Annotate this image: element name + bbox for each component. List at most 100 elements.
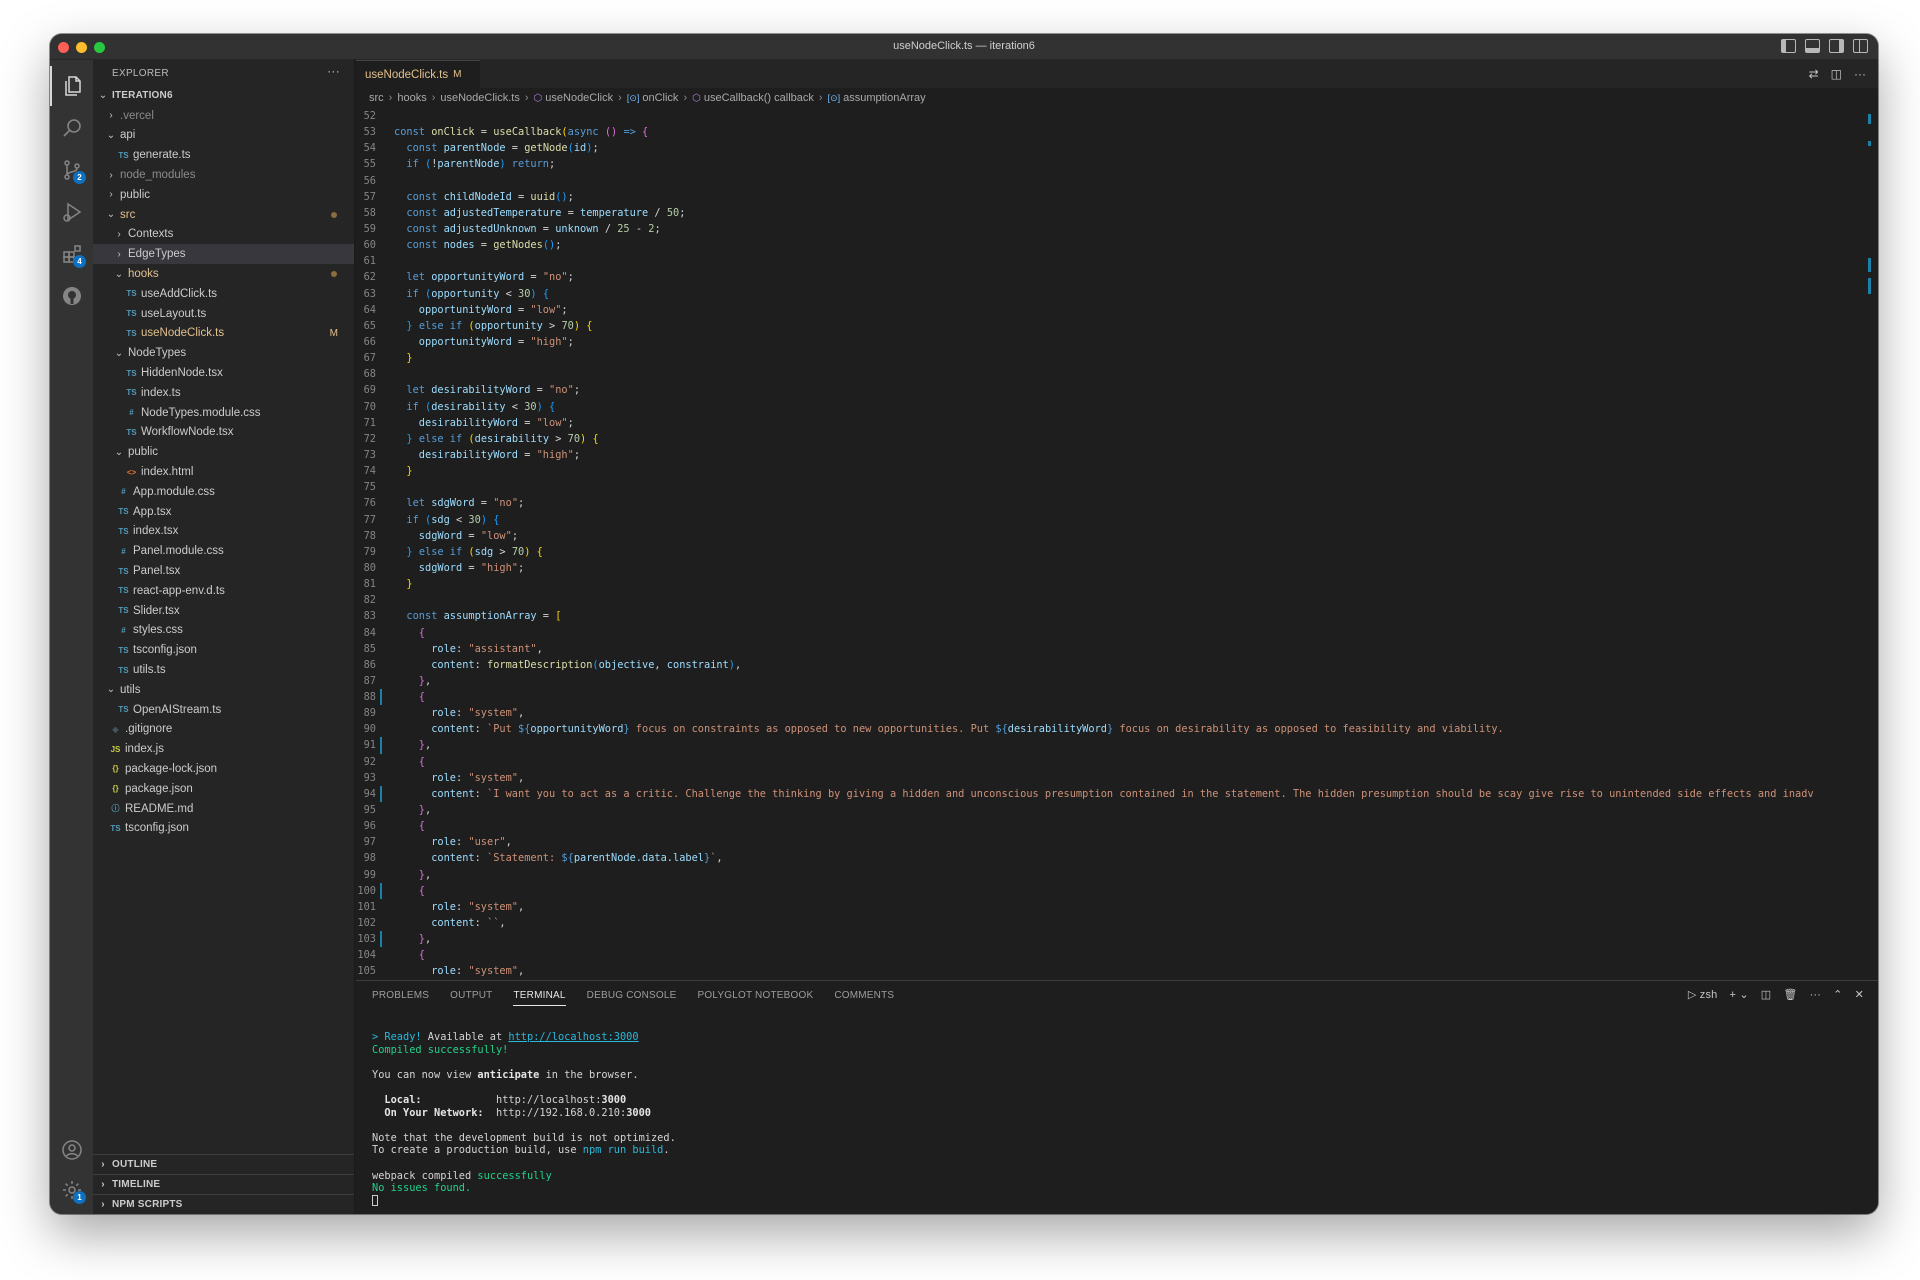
- outline-section[interactable]: › OUTLINE: [93, 1154, 354, 1174]
- code-token: content: [394, 852, 475, 865]
- code-token: ): [524, 545, 537, 558]
- tree-file[interactable]: TS useNodeClick.ts M: [93, 324, 354, 344]
- tree-file[interactable]: JS index.js: [93, 739, 354, 759]
- panel-tab-debug-console[interactable]: DEBUG CONSOLE: [587, 981, 677, 1009]
- tree-folder[interactable]: ⌄ utils: [93, 680, 354, 700]
- tree-file[interactable]: TS OpenAIStream.ts: [93, 700, 354, 720]
- tree-file[interactable]: TS tsconfig.json: [93, 818, 354, 838]
- tree-file[interactable]: TS WorkflowNode.tsx: [93, 423, 354, 443]
- terminal-shell-selector[interactable]: ▷ zsh: [1688, 988, 1718, 1001]
- tree-file[interactable]: TS useAddClick.ts: [93, 284, 354, 304]
- tree-file[interactable]: TS tsconfig.json: [93, 640, 354, 660]
- kill-terminal-icon[interactable]: 🗑: [1783, 988, 1797, 1001]
- tree-folder[interactable]: › public: [93, 185, 354, 205]
- line-number: 83: [363, 610, 376, 623]
- terminal-output[interactable]: > Ready! Available at http://localhost:3…: [372, 1031, 1858, 1207]
- tree-folder[interactable]: ⌄ src: [93, 205, 354, 225]
- ts-file-icon: TS: [126, 368, 137, 378]
- tree-folder[interactable]: ⌄ ITERATION6: [93, 86, 354, 106]
- ts-file-icon: TS: [118, 586, 129, 596]
- extensions-icon[interactable]: 4: [50, 234, 93, 274]
- toggle-primary-sidebar-icon[interactable]: [1781, 39, 1796, 53]
- terminal-text[interactable]: http://localhost:3000: [508, 1031, 638, 1043]
- explorer-more-icon[interactable]: ···: [327, 64, 340, 78]
- tree-file[interactable]: TS Slider.tsx: [93, 601, 354, 621]
- tree-file[interactable]: TS Panel.tsx: [93, 561, 354, 581]
- tree-file[interactable]: # Panel.module.css: [93, 541, 354, 561]
- tree-item-label: utils: [120, 683, 141, 696]
- tree-file[interactable]: TS HiddenNode.tsx: [93, 363, 354, 383]
- code-token: }: [394, 352, 413, 365]
- tree-folder[interactable]: ⌄ NodeTypes: [93, 343, 354, 363]
- breadcrumb-item[interactable]: src: [369, 92, 384, 104]
- tree-file[interactable]: TS App.tsx: [93, 502, 354, 522]
- explorer-icon[interactable]: [50, 66, 93, 106]
- tree-file[interactable]: # NodeTypes.module.css: [93, 403, 354, 423]
- breadcrumb-item[interactable]: useNodeClick.ts: [440, 92, 519, 104]
- more-actions-icon[interactable]: ···: [1854, 67, 1866, 81]
- toggle-panel-icon[interactable]: [1805, 39, 1820, 53]
- customize-layout-icon[interactable]: [1853, 39, 1868, 53]
- line-number: 90: [363, 723, 376, 736]
- panel-tab-comments[interactable]: COMMENTS: [834, 981, 894, 1009]
- maximize-panel-icon[interactable]: ⌃: [1833, 988, 1842, 1001]
- search-icon[interactable]: [50, 108, 93, 148]
- npm-scripts-section[interactable]: › NPM SCRIPTS: [93, 1194, 354, 1214]
- tree-file[interactable]: <> index.html: [93, 462, 354, 482]
- panel-tab-terminal[interactable]: TERMINAL: [513, 981, 566, 1009]
- close-panel-icon[interactable]: ✕: [1855, 988, 1864, 1001]
- timeline-section[interactable]: › TIMELINE: [93, 1174, 354, 1194]
- tree-file[interactable]: TS utils.ts: [93, 660, 354, 680]
- panel-tab-polyglot-notebook[interactable]: POLYGLOT NOTEBOOK: [698, 981, 814, 1009]
- tree-folder[interactable]: › Contexts: [93, 225, 354, 245]
- code-line: 60 const nodes = getNodes();: [356, 237, 1878, 253]
- tree-folder[interactable]: ⌄ hooks: [93, 264, 354, 284]
- code-token: if: [394, 287, 425, 300]
- breadcrumb-item[interactable]: onClick: [642, 92, 678, 104]
- code-token: desirabilityWord: [431, 384, 531, 397]
- editor-tab-active[interactable]: useNodeClick.ts M: [356, 60, 480, 88]
- tree-file[interactable]: # App.module.css: [93, 482, 354, 502]
- overview-ruler[interactable]: [1866, 108, 1872, 968]
- split-terminal-icon[interactable]: ◫: [1761, 988, 1772, 1001]
- code-editor[interactable]: 52 53 const onClick = useCallback(async ()…: [356, 108, 1878, 978]
- source-control-icon[interactable]: 2: [50, 150, 93, 190]
- tree-file[interactable]: ◆ .gitignore: [93, 720, 354, 740]
- code-token: if: [394, 513, 425, 526]
- tree-folder[interactable]: ⌄ api: [93, 126, 354, 146]
- gutter-marker: [380, 754, 384, 770]
- breadcrumb-item[interactable]: useNodeClick: [545, 92, 613, 104]
- tree-file[interactable]: TS useLayout.ts: [93, 304, 354, 324]
- tree-file[interactable]: {} package-lock.json: [93, 759, 354, 779]
- tree-folder[interactable]: › node_modules: [93, 165, 354, 185]
- code-line: 101 role: "system",: [356, 899, 1878, 915]
- split-editor-icon[interactable]: ◫: [1831, 67, 1842, 81]
- tree-file[interactable]: TS index.ts: [93, 383, 354, 403]
- open-changes-icon[interactable]: ⇄: [1809, 67, 1819, 81]
- chevron-right-icon: ›: [117, 248, 121, 260]
- panel-tab-problems[interactable]: PROBLEMS: [372, 981, 429, 1009]
- tree-folder[interactable]: ⌄ public: [93, 442, 354, 462]
- tree-file[interactable]: # styles.css: [93, 621, 354, 641]
- new-terminal-icon[interactable]: + ⌄: [1730, 988, 1749, 1001]
- tree-file[interactable]: {} package.json: [93, 779, 354, 799]
- tree-item-label: src: [120, 208, 136, 221]
- github-icon[interactable]: [50, 276, 93, 316]
- tree-file[interactable]: ⓘ README.md: [93, 799, 354, 819]
- more-panel-actions-icon[interactable]: ···: [1810, 989, 1822, 1001]
- breadcrumb-item[interactable]: assumptionArray: [843, 92, 926, 104]
- tree-file[interactable]: TS react-app-env.d.ts: [93, 581, 354, 601]
- code-token: ,: [499, 917, 506, 930]
- breadcrumb-item[interactable]: useCallback() callback: [704, 92, 814, 104]
- tree-file[interactable]: TS index.tsx: [93, 522, 354, 542]
- line-number: 66: [363, 335, 376, 348]
- toggle-secondary-sidebar-icon[interactable]: [1829, 39, 1844, 53]
- run-debug-icon[interactable]: [50, 192, 93, 232]
- settings-gear-icon[interactable]: 1: [50, 1170, 93, 1210]
- account-icon[interactable]: [50, 1130, 93, 1170]
- panel-tab-output[interactable]: OUTPUT: [450, 981, 492, 1009]
- tree-folder[interactable]: › .vercel: [93, 106, 354, 126]
- tree-folder[interactable]: › EdgeTypes: [93, 244, 354, 265]
- breadcrumb-item[interactable]: hooks: [397, 92, 426, 104]
- tree-file[interactable]: TS generate.ts: [93, 145, 354, 165]
